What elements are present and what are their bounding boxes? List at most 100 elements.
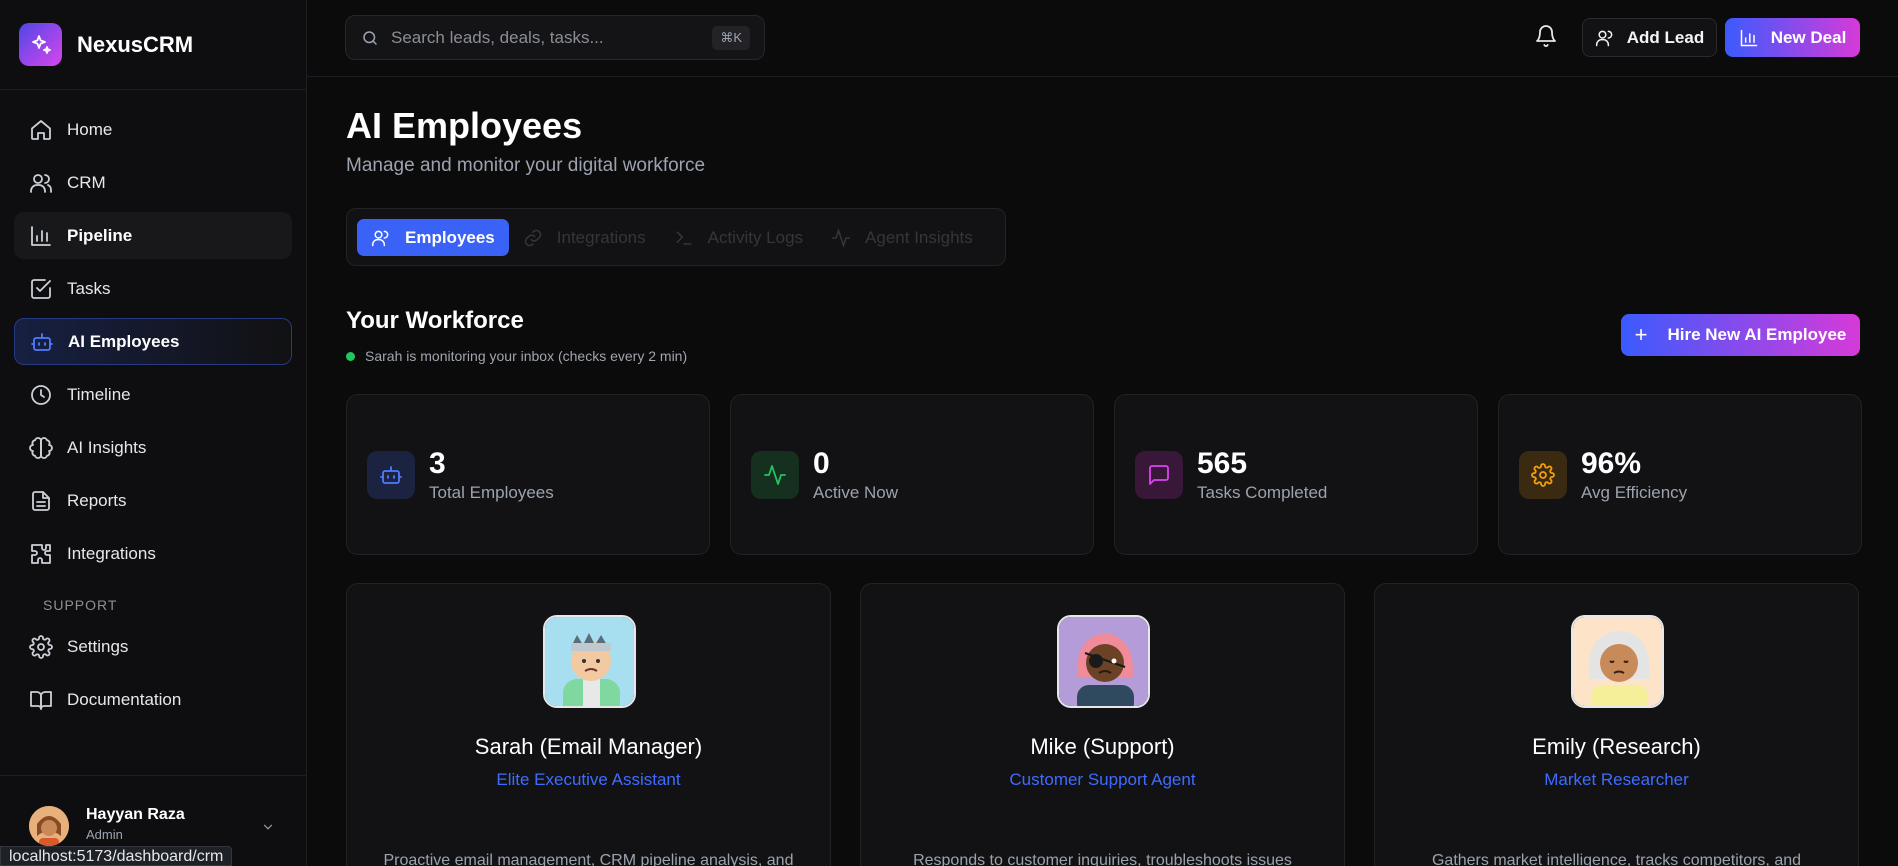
page-subtitle: Manage and monitor your digital workforc…	[346, 155, 706, 176]
check-square-icon	[31, 278, 51, 299]
employee-card-mike[interactable]: Mike (Support) Customer Support Agent Re…	[860, 583, 1345, 866]
users-icon	[30, 173, 52, 193]
sidebar-item-label: Home	[67, 119, 113, 139]
employee-card-sarah[interactable]: Sarah (Email Manager) Elite Executive As…	[346, 583, 831, 866]
tab-label: Employees	[405, 227, 495, 247]
sidebar-item-label: CRM	[67, 172, 106, 192]
monitoring-status-text: Sarah is monitoring your inbox (checks e…	[365, 348, 688, 364]
sidebar-item-label: Timeline	[67, 384, 131, 404]
search-icon	[363, 30, 377, 45]
user-name: Hayyan Raza	[86, 806, 185, 823]
stat-value: 96%	[1581, 446, 1642, 480]
sidebar: NexusCRM Home CRM Pipeline Tasks AI Empl…	[0, 0, 307, 866]
support-section-label: SUPPORT	[43, 597, 118, 613]
tab-activity-logs[interactable]: Activity Logs	[660, 219, 817, 256]
brand-name: NexusCRM	[77, 31, 194, 57]
tab-label: Agent Insights	[865, 227, 973, 247]
terminal-icon	[676, 230, 692, 245]
tab-label: Integrations	[556, 227, 646, 247]
tab-bar: Employees Integrations Activity Logs Age…	[346, 208, 1006, 266]
stat-label: Active Now	[813, 482, 899, 502]
sidebar-item-label: Integrations	[67, 543, 156, 563]
bar-chart-icon	[1740, 29, 1757, 46]
sidebar-item-label: Pipeline	[67, 225, 133, 245]
sidebar-item-settings[interactable]: Settings	[14, 623, 292, 670]
stat-card-active-now: 0 Active Now	[730, 394, 1094, 555]
employee-role: Customer Support Agent	[1009, 770, 1196, 789]
stat-label: Avg Efficiency	[1581, 482, 1688, 502]
brand[interactable]: NexusCRM	[0, 0, 306, 90]
stat-card-total-employees: 3 Total Employees	[346, 394, 710, 555]
workforce-title: Your Workforce	[346, 307, 524, 334]
sidebar-item-label: AI Insights	[67, 437, 147, 457]
hire-ai-employee-button[interactable]: + Hire New AI Employee	[1621, 314, 1860, 356]
sidebar-item-label: AI Employees	[68, 331, 180, 351]
sidebar-item-label: Settings	[67, 636, 129, 656]
stat-value: 3	[429, 446, 446, 480]
sidebar-item-documentation[interactable]: Documentation	[14, 676, 292, 723]
user-role: Admin	[86, 827, 123, 842]
sidebar-item-ai-insights[interactable]: AI Insights	[14, 424, 292, 471]
employee-description: Responds to customer inquiries, troubles…	[913, 852, 1292, 866]
stat-value: 565	[1197, 446, 1248, 480]
sidebar-item-ai-employees[interactable]: AI Employees	[14, 318, 292, 365]
avatar	[543, 615, 636, 708]
book-open-icon	[30, 690, 52, 710]
gear-icon	[1519, 450, 1567, 499]
page-title: AI Employees	[346, 105, 583, 146]
puzzle-icon	[31, 543, 51, 564]
add-lead-button[interactable]: Add Lead	[1582, 18, 1717, 57]
sidebar-item-crm[interactable]: CRM	[14, 159, 292, 206]
avatar	[1571, 615, 1664, 708]
tab-employees[interactable]: Employees	[357, 219, 509, 256]
sparkles-icon	[19, 23, 62, 66]
sidebar-item-label: Tasks	[67, 278, 111, 298]
employee-name: Mike (Support)	[1030, 734, 1175, 759]
shortcut-hint: ⌘K	[712, 26, 750, 50]
plus-icon: +	[1634, 322, 1648, 347]
status-dot	[346, 351, 355, 361]
stat-value: 0	[813, 446, 830, 480]
stat-card-avg-efficiency: 96% Avg Efficiency	[1498, 394, 1862, 555]
tab-integrations[interactable]: Integrations	[509, 219, 660, 256]
bot-icon	[31, 332, 53, 351]
link-icon	[524, 229, 542, 246]
sidebar-item-timeline[interactable]: Timeline	[14, 371, 292, 418]
sidebar-item-home[interactable]: Home	[14, 106, 292, 153]
activity-icon	[751, 450, 799, 499]
hire-label: Hire New AI Employee	[1667, 325, 1847, 344]
users-icon	[371, 230, 389, 246]
search-box[interactable]: ⌘K	[345, 15, 765, 60]
sidebar-item-label: Reports	[67, 490, 127, 510]
bot-icon	[367, 450, 415, 499]
gear-icon	[29, 634, 53, 659]
sidebar-nav: Home CRM Pipeline Tasks AI Employees Tim…	[0, 90, 306, 723]
monitoring-status: Sarah is monitoring your inbox (checks e…	[346, 348, 687, 364]
new-deal-button[interactable]: New Deal	[1725, 18, 1860, 57]
employee-role: Elite Executive Assistant	[496, 770, 681, 789]
stat-label: Total Employees	[429, 482, 554, 502]
employee-description: Gathers market intelligence, tracks comp…	[1431, 852, 1802, 866]
sidebar-item-pipeline[interactable]: Pipeline	[14, 212, 292, 259]
sidebar-item-tasks[interactable]: Tasks	[14, 265, 292, 312]
search-input[interactable]	[391, 27, 691, 48]
employee-card-emily[interactable]: Emily (Research) Market Researcher Gathe…	[1374, 583, 1859, 866]
message-icon	[1135, 450, 1183, 499]
new-deal-label: New Deal	[1770, 27, 1847, 47]
tab-agent-insights[interactable]: Agent Insights	[817, 219, 987, 256]
file-text-icon	[32, 490, 50, 511]
sidebar-item-label: Documentation	[67, 689, 182, 709]
bar-chart-icon	[31, 225, 51, 246]
tab-label: Activity Logs	[707, 227, 804, 247]
activity-icon	[831, 227, 851, 248]
chevron-down-icon[interactable]	[261, 820, 275, 834]
bell-icon[interactable]	[1534, 24, 1558, 48]
home-icon	[31, 119, 51, 140]
brain-icon	[29, 436, 53, 459]
sidebar-item-reports[interactable]: Reports	[14, 477, 292, 524]
employee-description: Proactive email management, CRM pipeline…	[383, 852, 794, 866]
stats-row: 3 Total Employees 0 Active Now 565 Tasks…	[346, 394, 1862, 555]
sidebar-item-integrations[interactable]: Integrations	[14, 530, 292, 577]
employee-role: Market Researcher	[1544, 770, 1689, 789]
avatar	[29, 806, 69, 846]
